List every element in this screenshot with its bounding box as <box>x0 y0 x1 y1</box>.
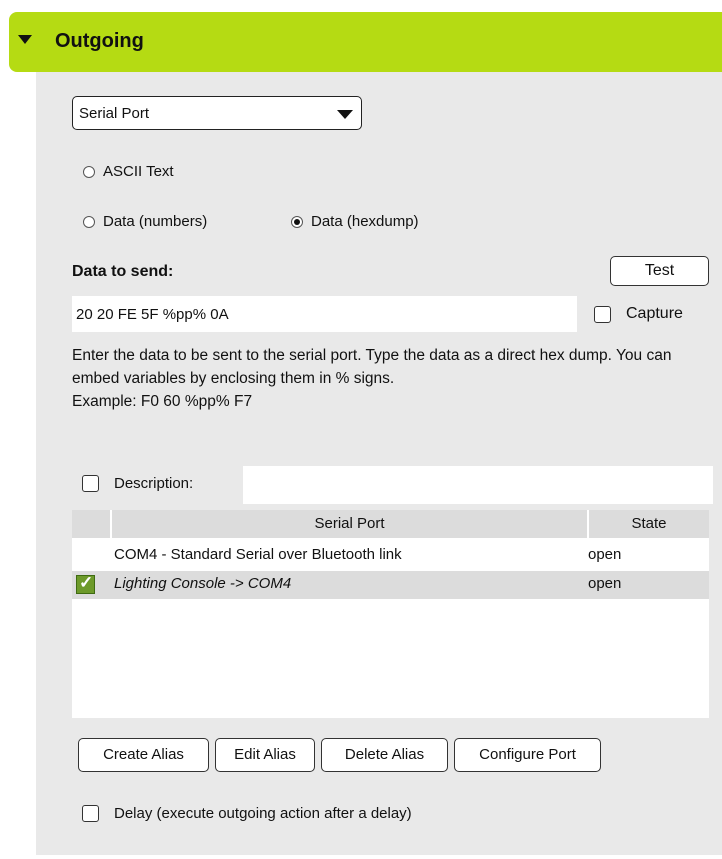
row-port-name: COM4 - Standard Serial over Bluetooth li… <box>114 546 402 563</box>
table-header-state[interactable]: State <box>589 510 709 538</box>
edit-alias-button[interactable]: Edit Alias <box>215 738 315 772</box>
output-type-value: Serial Port <box>79 105 150 122</box>
capture-checkbox[interactable] <box>594 306 611 323</box>
table-header-select <box>72 510 110 538</box>
radio-numbers-label: Data (numbers) <box>103 213 208 230</box>
table-row[interactable]: Lighting Console -> COM4 open <box>72 571 709 599</box>
radio-ascii-text[interactable] <box>83 166 95 178</box>
data-to-send-input[interactable] <box>72 296 577 332</box>
row-state: open <box>588 575 622 592</box>
dropdown-arrow-icon <box>337 110 353 119</box>
data-to-send-label: Data to send: <box>72 263 174 280</box>
help-example: Example: F0 60 %pp% F7 <box>72 393 253 410</box>
section-title: Outgoing <box>55 30 144 52</box>
help-description: Enter the data to be sent to the serial … <box>72 347 672 387</box>
capture-label: Capture <box>626 305 683 322</box>
radio-ascii-label: ASCII Text <box>103 163 174 180</box>
test-button[interactable]: Test <box>610 256 709 286</box>
delay-label: Delay (execute outgoing action after a d… <box>114 805 412 822</box>
row-port-name: Lighting Console -> COM4 <box>114 575 292 592</box>
description-checkbox[interactable] <box>82 475 99 492</box>
help-text-block: Enter the data to be sent to the serial … <box>72 344 712 413</box>
radio-data-numbers[interactable] <box>83 216 95 228</box>
delete-alias-button[interactable]: Delete Alias <box>321 738 448 772</box>
collapse-arrow-icon[interactable] <box>18 35 32 44</box>
radio-hexdump-label: Data (hexdump) <box>311 213 419 230</box>
radio-data-hexdump[interactable] <box>291 216 303 228</box>
table-row[interactable]: COM4 - Standard Serial over Bluetooth li… <box>72 542 709 570</box>
checkmark-icon: ✓ <box>79 573 94 592</box>
row-select-checkbox[interactable]: ✓ <box>76 573 95 594</box>
table-header-serial-port[interactable]: Serial Port <box>112 510 587 538</box>
radio-selected-dot <box>294 219 300 225</box>
delay-checkbox[interactable] <box>82 805 99 822</box>
configure-port-button[interactable]: Configure Port <box>454 738 601 772</box>
output-type-select[interactable]: Serial Port <box>72 96 362 130</box>
create-alias-button[interactable]: Create Alias <box>78 738 209 772</box>
row-state: open <box>588 546 622 563</box>
description-label: Description: <box>114 475 194 492</box>
description-input[interactable] <box>243 466 713 504</box>
